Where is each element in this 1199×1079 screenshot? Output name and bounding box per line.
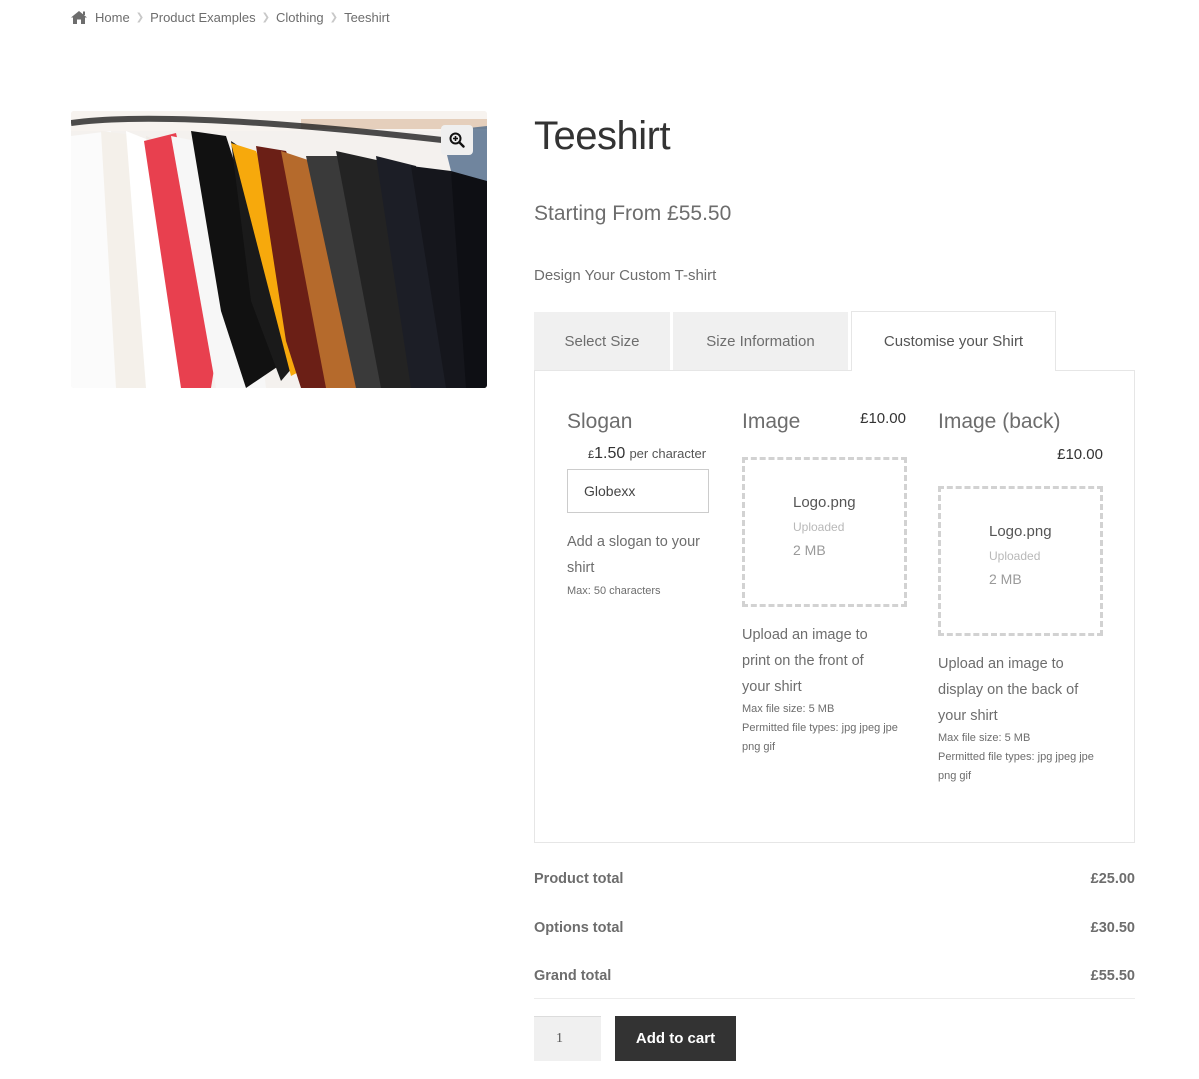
image-front-title-text: Image: [742, 410, 801, 433]
total-row-product: Product total £25.00: [534, 855, 1135, 904]
totals-table: Product total £25.00 Options total £30.5…: [534, 855, 1135, 1001]
image-front-file-size: 2 MB: [793, 542, 826, 558]
tab-customise-your-shirt[interactable]: Customise your Shirt: [851, 311, 1056, 371]
image-front-title: Image: [742, 408, 800, 436]
product-short-description: Design Your Custom T-shirt: [534, 267, 717, 284]
customise-panel: Slogan £1.50 per character Globexx Add a…: [534, 370, 1135, 843]
breadcrumb-separator: ❯: [135, 12, 145, 23]
product-image[interactable]: [71, 111, 487, 388]
total-value: £25.00: [1090, 871, 1135, 888]
product-title: Teeshirt: [534, 114, 671, 158]
breadcrumb-clothing[interactable]: Clothing: [276, 10, 324, 25]
quantity-input[interactable]: 1: [534, 1016, 601, 1061]
total-label: Grand total: [534, 968, 612, 985]
image-front-price: £10.00: [860, 410, 906, 427]
image-back-file-size: 2 MB: [989, 571, 1022, 587]
total-row-grand: Grand total £55.50: [534, 952, 1135, 1001]
tab-select-size[interactable]: Select Size: [534, 312, 670, 371]
product-price: Starting From £55.50: [534, 202, 732, 225]
zoom-in-icon: [449, 132, 465, 148]
slogan-field: Slogan: [567, 408, 717, 436]
image-back-file-name: Logo.png: [989, 523, 1052, 540]
slogan-max: Max: 50 characters: [567, 585, 661, 597]
image-back-title: Image (back): [938, 408, 1061, 436]
slogan-price-unit: per character: [629, 446, 707, 461]
breadcrumb-product-examples[interactable]: Product Examples: [150, 10, 256, 25]
image-front-description: Upload an image to print on the front of…: [742, 627, 868, 695]
image-front-max-size: Max file size: 5 MB: [742, 703, 835, 715]
slogan-title: Slogan: [567, 410, 633, 433]
image-back-price: £10.00: [1057, 446, 1103, 463]
image-back-file-types: Permitted file types: jpg jpeg jpe png g…: [938, 751, 1094, 782]
image-front-file-name: Logo.png: [793, 494, 856, 511]
totals-divider: [534, 998, 1135, 999]
add-to-cart-button[interactable]: Add to cart: [615, 1016, 736, 1061]
breadcrumb-home[interactable]: Home: [95, 10, 130, 25]
options-tabs: Select Size Size Information Customise y…: [534, 311, 1059, 371]
total-label: Options total: [534, 919, 624, 936]
slogan-description: Add a slogan to your shirt: [567, 534, 701, 576]
image-front-dropzone[interactable]: Logo.png Uploaded 2 MB: [742, 457, 907, 607]
teeshirt-rack-illustration: [71, 111, 487, 388]
image-back-description: Upload an image to display on the back o…: [938, 656, 1079, 724]
breadcrumb-separator: ❯: [261, 12, 270, 23]
image-back-file-status: Uploaded: [989, 549, 1041, 563]
breadcrumb-separator: ❯: [329, 12, 339, 23]
total-value: £55.50: [1090, 968, 1135, 985]
image-back-dropzone[interactable]: Logo.png Uploaded 2 MB: [938, 486, 1103, 636]
slogan-input[interactable]: Globexx: [567, 469, 709, 513]
product-summary: Teeshirt Starting From £55.50 Design You…: [534, 110, 1135, 287]
slogan-price: £1.50 per character: [588, 445, 707, 462]
total-row-options: Options total £30.50: [534, 904, 1135, 953]
image-front-file-types: Permitted file types: jpg jpeg jpe png g…: [742, 722, 898, 753]
zoom-button[interactable]: [441, 125, 473, 155]
slogan-price-amount: 1.50: [594, 445, 626, 462]
image-front-file-status: Uploaded: [793, 520, 845, 534]
image-back-max-size: Max file size: 5 MB: [938, 732, 1031, 744]
breadcrumb-current: Teeshirt: [344, 10, 390, 25]
image-back-title-text: Image (back): [938, 410, 1061, 433]
home-icon: [71, 11, 87, 24]
total-label: Product total: [534, 871, 624, 888]
tab-size-information[interactable]: Size Information: [673, 312, 848, 371]
breadcrumb: Home ❯ Product Examples ❯ Clothing ❯ Tee…: [71, 10, 390, 25]
total-value: £30.50: [1090, 919, 1135, 936]
